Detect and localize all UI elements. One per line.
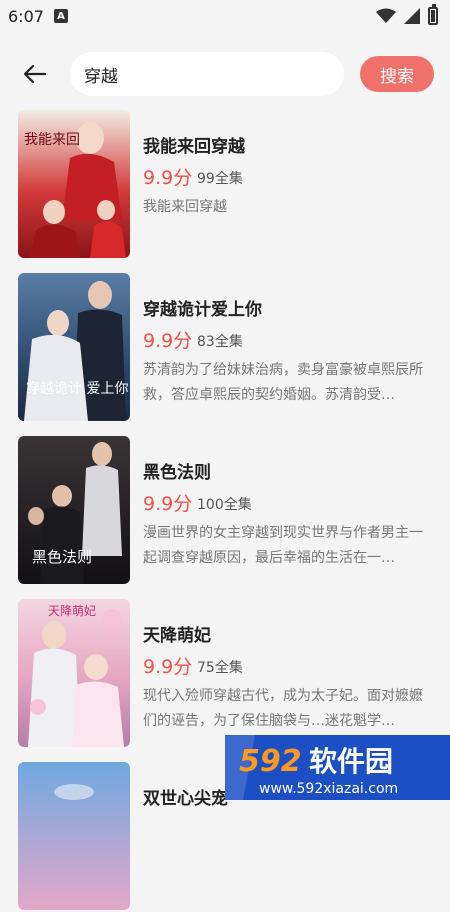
poster-title-text: 天降萌妃 xyxy=(48,604,96,618)
item-description: 苏清韵为了给妹妹治病，卖身富豪被卓熙辰所救，答应卓熙辰的契约婚姻。苏清韵受… xyxy=(143,362,423,403)
notification-badge-icon: A xyxy=(53,9,68,23)
result-item[interactable]: 穿越诡计 爱上你 穿越诡计爱上你 9.9分 83全集 苏清韵为了给妹妹治病，卖身… xyxy=(0,271,450,423)
poster-image[interactable]: 黑色法则 xyxy=(18,436,130,584)
result-item[interactable]: 天降萌妃 天降萌妃 9.9分 75全集 现代入殓师穿越古代，成为太子妃。面对嬷嬷… xyxy=(0,597,450,749)
wifi-icon xyxy=(376,8,396,23)
status-bar: 6:07 A xyxy=(0,0,450,32)
item-episodes: 99全集 xyxy=(197,171,243,187)
poster-title-text: 我能来回 xyxy=(24,132,80,148)
svg-text:www.592xiazai.com: www.592xiazai.com xyxy=(259,781,398,797)
item-title: 天降萌妃 xyxy=(143,626,211,646)
item-score: 9.9分 xyxy=(143,493,193,515)
poster-title-text: 穿越诡计 爱上你 xyxy=(26,381,128,397)
item-description: 我能来回穿越 xyxy=(143,199,227,215)
item-title: 穿越诡计爱上你 xyxy=(143,300,262,320)
poster-image[interactable]: 我能来回 xyxy=(18,110,130,258)
poster-title-text: 黑色法则 xyxy=(32,548,92,566)
svg-text:592: 592 xyxy=(239,744,302,779)
poster-image[interactable]: 天降萌妃 xyxy=(18,599,130,747)
item-title: 双世心尖宠 xyxy=(143,789,228,809)
item-title: 黑色法则 xyxy=(143,463,211,483)
item-score: 9.9分 xyxy=(143,656,193,678)
status-right xyxy=(376,4,438,25)
battery-icon xyxy=(428,4,438,25)
search-button[interactable]: 搜索 xyxy=(360,56,434,92)
back-button[interactable] xyxy=(18,62,52,86)
item-description: 现代入殓师穿越古代，成为太子妃。面对嬷嬷们的诬告，为了保住脑袋与…迷花魁学… xyxy=(143,688,423,729)
status-time: 6:07 xyxy=(8,6,44,26)
search-input[interactable] xyxy=(70,52,344,96)
signal-icon xyxy=(404,8,420,24)
poster-image[interactable]: 穿越诡计 爱上你 xyxy=(18,273,130,421)
item-score: 9.9分 xyxy=(143,167,193,189)
result-item[interactable]: 黑色法则 黑色法则 9.9分 100全集 漫画世界的女主穿越到现实世界与作者男主… xyxy=(0,434,450,586)
poster-image[interactable] xyxy=(18,762,130,910)
watermark-logo: 592 软件园 www.592xiazai.com xyxy=(225,735,450,800)
item-episodes: 100全集 xyxy=(197,497,252,513)
svg-text:软件园: 软件园 xyxy=(309,745,393,778)
item-episodes: 75全集 xyxy=(197,660,243,676)
item-description: 漫画世界的女主穿越到现实世界与作者男主一起调查穿越原因，最后幸福的生活在一… xyxy=(143,525,423,566)
status-left: 6:07 A xyxy=(8,7,68,26)
result-item[interactable]: 我能来回 我能来回穿越 9.9分 99全集 我能来回穿越 xyxy=(0,108,450,260)
item-title: 我能来回穿越 xyxy=(143,137,245,157)
item-score: 9.9分 xyxy=(143,330,193,352)
search-row: 搜索 xyxy=(0,50,450,98)
item-episodes: 83全集 xyxy=(197,334,243,350)
arrow-left-icon xyxy=(24,65,46,83)
